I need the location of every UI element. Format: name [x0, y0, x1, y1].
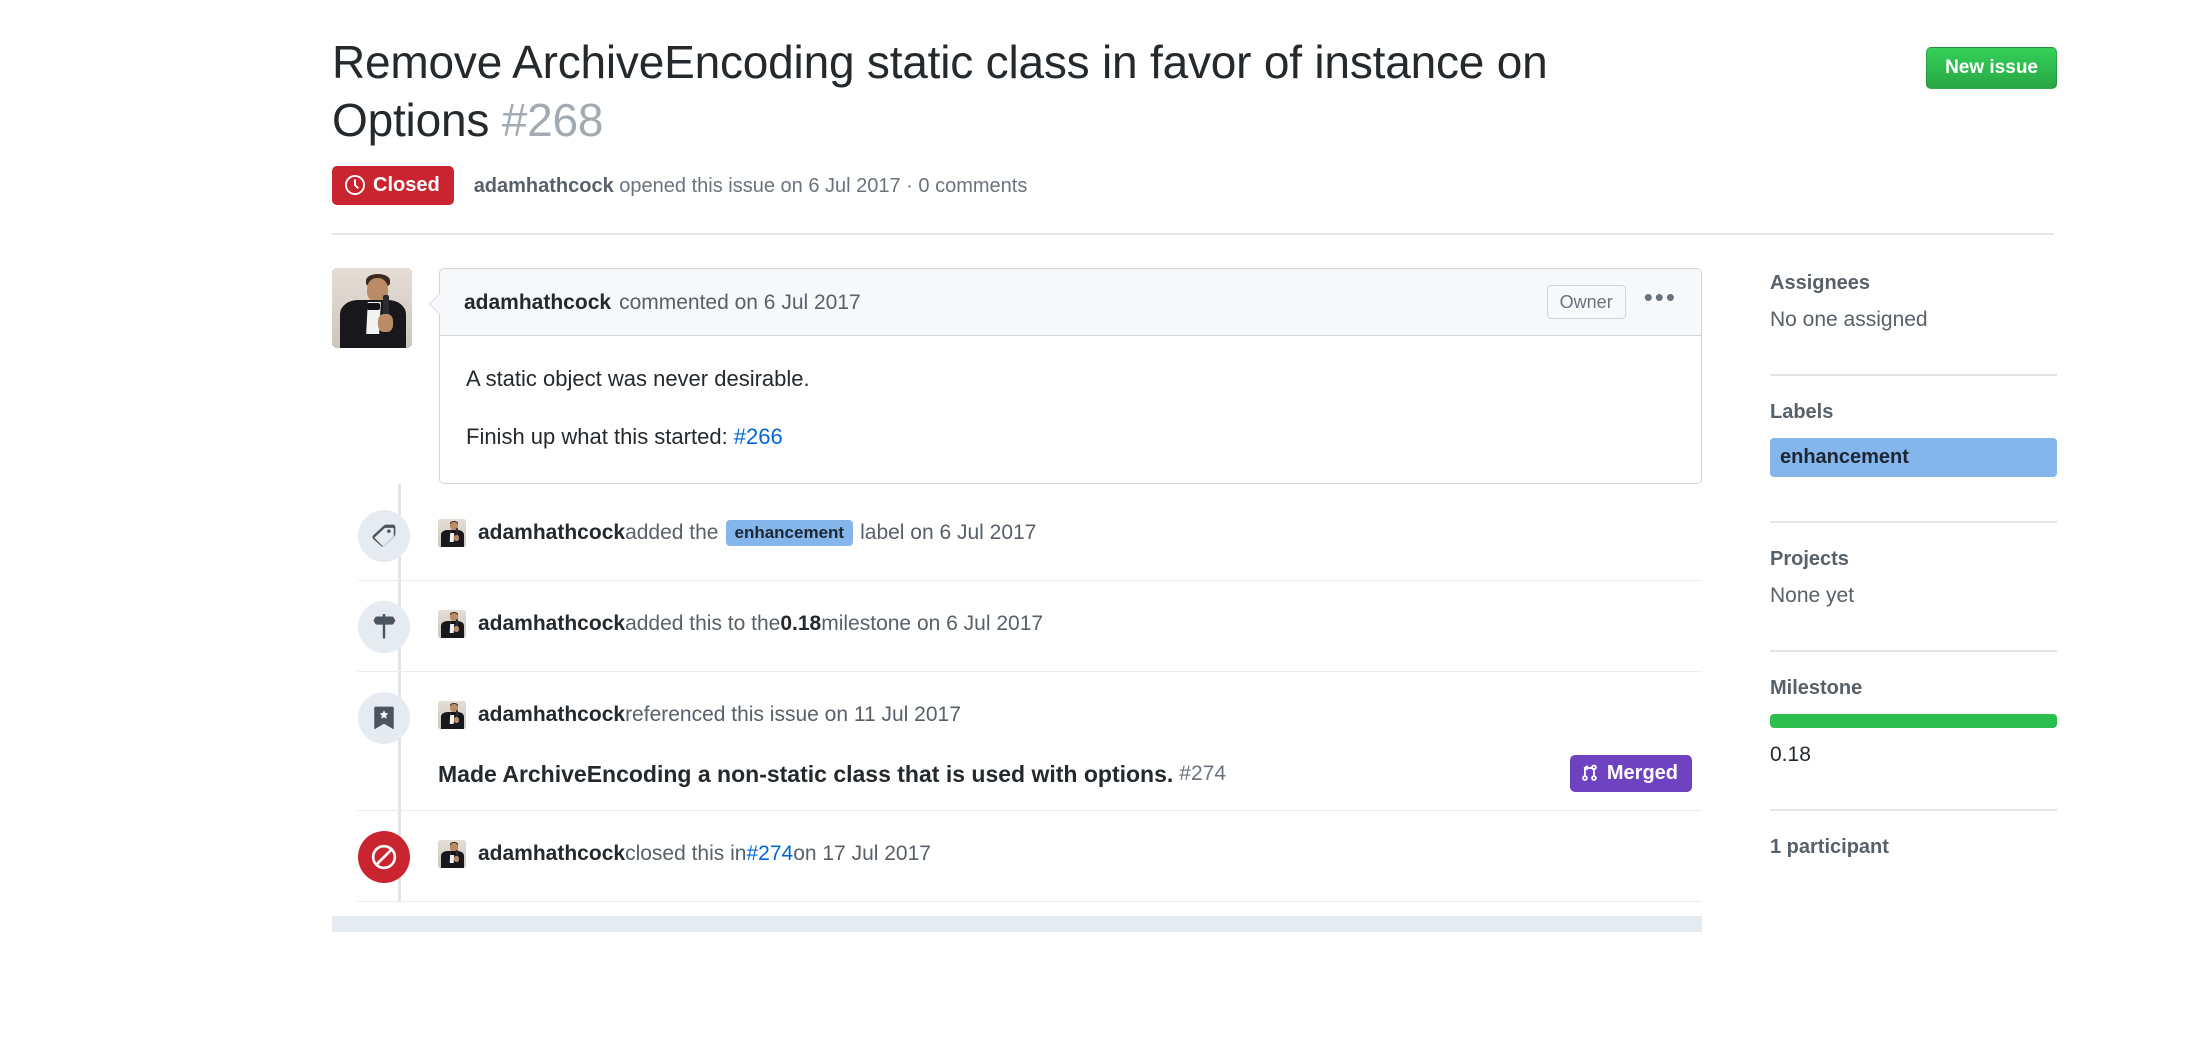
- issue-meta-text: adamhathcock opened this issue on 6 Jul …: [474, 176, 1028, 196]
- referenced-pull-request: Made ArchiveEncoding a non-static class …: [438, 755, 1702, 793]
- avatar-image: [438, 609, 466, 638]
- avatar[interactable]: [438, 840, 466, 869]
- referenced-pr-title[interactable]: Made ArchiveEncoding a non-static class …: [438, 758, 1173, 790]
- participants-title: 1 participant: [1770, 836, 1889, 858]
- avatar[interactable]: [332, 268, 412, 348]
- sidebar: Assignees No one assigned Labels enhance…: [1702, 268, 2057, 932]
- milestone-progress-bar: [1770, 714, 2057, 728]
- event-author-link[interactable]: adamhathcock: [478, 518, 625, 547]
- sidebar-section-labels: Labels enhancement: [1770, 374, 2057, 521]
- bottom-placeholder-bar: [332, 916, 1702, 933]
- bookmark-icon: [358, 692, 410, 744]
- avatar[interactable]: [438, 609, 466, 638]
- label-chip[interactable]: enhancement: [725, 519, 854, 546]
- event-text-after: milestone on 6 Jul 2017: [821, 612, 1044, 635]
- event-text-after: on 17 Jul 2017: [793, 842, 931, 866]
- comment-header-actions: Owner •••: [1546, 284, 1681, 319]
- event-author-link[interactable]: adamhathcock: [478, 609, 625, 638]
- merged-status-badge: Merged: [1569, 755, 1692, 793]
- labels-title[interactable]: Labels: [1770, 402, 2057, 422]
- sidebar-section-projects: Projects None yet: [1770, 521, 2057, 650]
- timeline-item-text: adamhathcock added this to the 0.18 mile…: [438, 599, 1702, 638]
- comment-card: adamhathcock commented on 6 Jul 2017 Own…: [429, 268, 1702, 484]
- comment-timestamp: commented on 6 Jul 2017: [619, 290, 861, 314]
- owner-badge[interactable]: Owner: [1546, 285, 1626, 319]
- header-divider: [332, 233, 2054, 235]
- milestone-icon: [358, 601, 410, 653]
- kebab-horizontal-icon[interactable]: •••: [1640, 284, 1681, 314]
- event-text-before: added this to the: [625, 612, 781, 635]
- issue-reference-link[interactable]: #266: [734, 424, 783, 449]
- avatar-image: [332, 268, 412, 348]
- issue-author-link[interactable]: adamhathcock: [474, 175, 614, 197]
- main-column: adamhathcock commented on 6 Jul 2017 Own…: [332, 268, 1702, 933]
- page-container: New issue Remove ArchiveEncoding static …: [332, 0, 2057, 933]
- avatar-image: [438, 700, 466, 729]
- sidebar-section-milestone: Milestone 0.18: [1770, 650, 2057, 809]
- timeline-item-text: adamhathcock closed this in #274 on 17 J…: [438, 829, 1702, 869]
- sidebar-section-assignees: Assignees No one assigned: [1770, 273, 2057, 374]
- event-author-link[interactable]: adamhathcock: [478, 839, 625, 868]
- comment-author-link[interactable]: adamhathcock: [464, 292, 611, 313]
- issue-meta-action: opened this issue on 6 Jul 2017 · 0 comm…: [613, 174, 1028, 197]
- issue-page: New issue Remove ArchiveEncoding static …: [0, 0, 2211, 1041]
- issue-meta: Closed adamhathcock opened this issue on…: [332, 166, 2057, 233]
- event-text-before: added the: [625, 521, 719, 544]
- timeline-item-labeled: adamhathcock added the enhancement label…: [358, 490, 1702, 581]
- label-chip-enhancement[interactable]: enhancement: [1770, 438, 2057, 477]
- avatar-image: [438, 518, 466, 547]
- comment-paragraph-2: Finish up what this started: #266: [466, 420, 1675, 453]
- event-author-link[interactable]: adamhathcock: [478, 700, 625, 729]
- timeline-item-milestoned: adamhathcock added this to the 0.18 mile…: [358, 581, 1702, 672]
- issue-closed-icon: [345, 175, 365, 195]
- avatar[interactable]: [438, 518, 466, 547]
- timeline-item-referenced: adamhathcock referenced this issue on 11…: [358, 672, 1702, 812]
- event-text-before: closed this in: [625, 842, 747, 866]
- git-merge-icon: [1581, 764, 1599, 782]
- timeline-item-closed: adamhathcock closed this in #274 on 17 J…: [358, 811, 1702, 903]
- event-text-before: referenced this issue on 11 Jul 2017: [625, 703, 961, 726]
- avatar[interactable]: [438, 700, 466, 729]
- projects-value: None yet: [1770, 584, 1855, 607]
- timeline-item-text: adamhathcock referenced this issue on 11…: [438, 690, 1702, 793]
- issue-number: #268: [501, 93, 604, 146]
- comment-header: adamhathcock commented on 6 Jul 2017 Own…: [440, 269, 1701, 336]
- projects-title[interactable]: Projects: [1770, 549, 2057, 569]
- new-issue-button[interactable]: New issue: [1926, 47, 2057, 89]
- referenced-pr-number[interactable]: #274: [1179, 759, 1226, 788]
- closing-pr-link[interactable]: #274: [746, 839, 793, 868]
- comment-body: A static object was never desirable. Fin…: [440, 336, 1701, 483]
- timeline-item-text: adamhathcock added the enhancement label…: [438, 508, 1702, 547]
- page-title: Remove ArchiveEncoding static class in f…: [332, 34, 2057, 149]
- merged-status-label: Merged: [1606, 762, 1678, 785]
- event-text-after: label on 6 Jul 2017: [860, 521, 1037, 544]
- issue-header: New issue Remove ArchiveEncoding static …: [332, 0, 2057, 235]
- comment-paragraph-1: A static object was never desirable.: [466, 366, 810, 391]
- tag-icon: [358, 510, 410, 562]
- comment-paragraph-2-text: Finish up what this started:: [466, 424, 734, 449]
- sidebar-section-participants: 1 participant: [1770, 809, 2057, 895]
- avatar-image: [438, 840, 466, 869]
- assignees-value: No one assigned: [1770, 308, 1928, 331]
- assignees-title[interactable]: Assignees: [1770, 273, 2057, 293]
- milestone-name[interactable]: 0.18: [1770, 744, 2057, 765]
- milestone-title[interactable]: Milestone: [1770, 678, 2057, 698]
- comment-block: adamhathcock commented on 6 Jul 2017 Own…: [332, 268, 1702, 484]
- milestone-link[interactable]: 0.18: [780, 609, 821, 638]
- status-badge: Closed: [332, 166, 454, 205]
- issue-body: adamhathcock commented on 6 Jul 2017 Own…: [332, 235, 2057, 933]
- issue-closed-icon: [358, 831, 410, 884]
- status-badge-label: Closed: [373, 174, 440, 196]
- timeline: adamhathcock added the enhancement label…: [358, 484, 1702, 903]
